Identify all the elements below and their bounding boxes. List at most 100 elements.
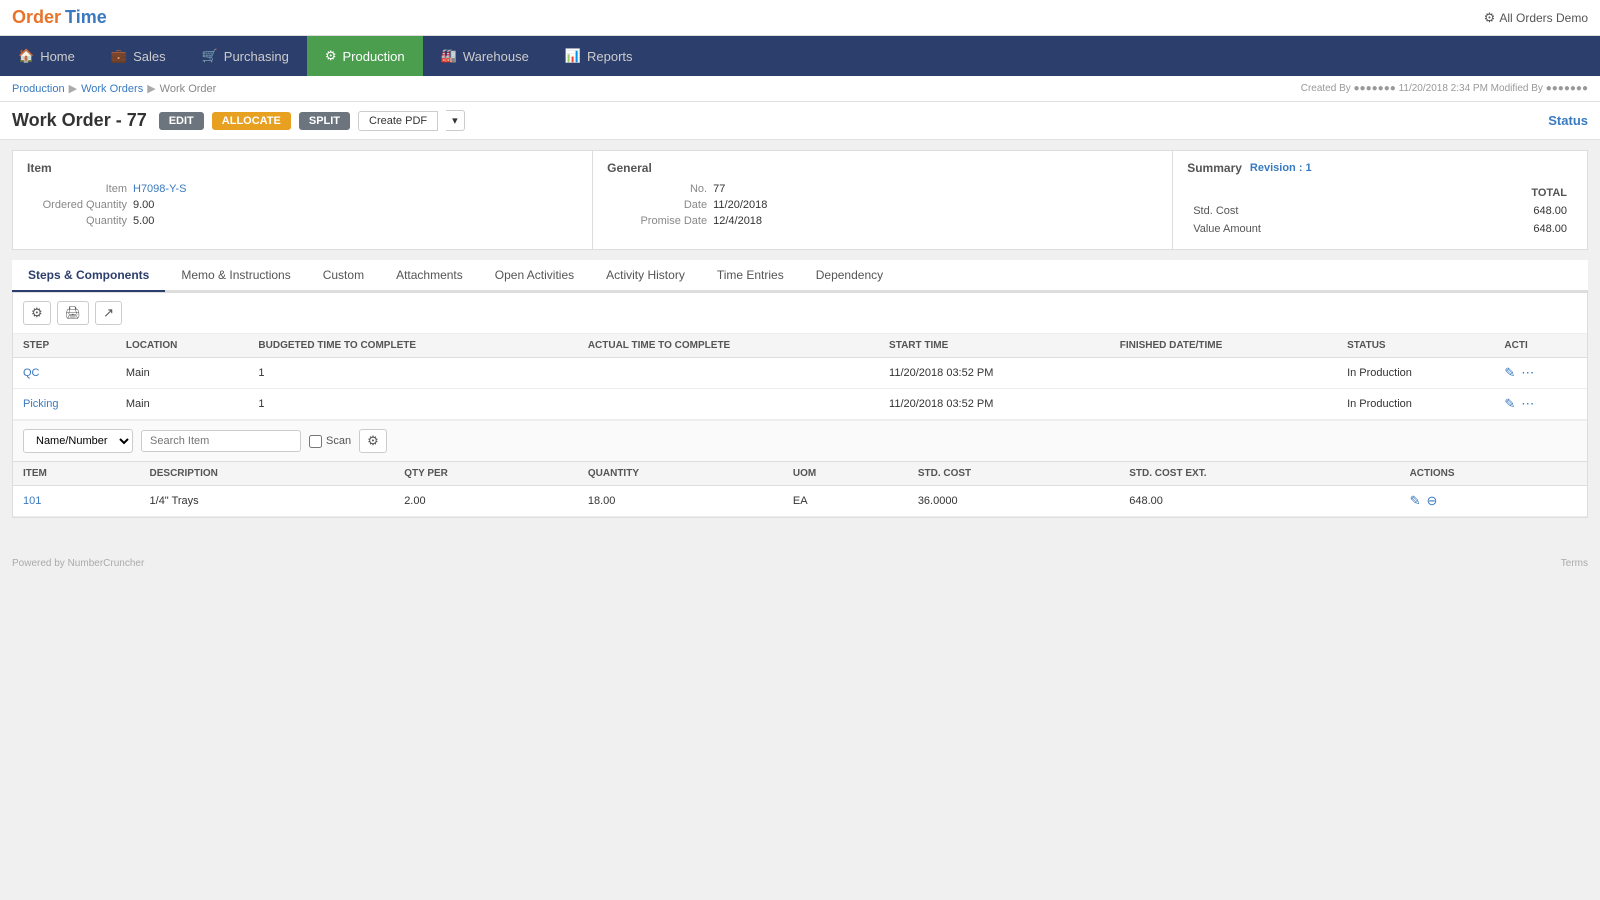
tab-custom[interactable]: Custom [307, 260, 380, 292]
steps-export-button[interactable]: ↗ [95, 301, 122, 325]
steps-table-row: QC Main 1 11/20/2018 03:52 PM In Product… [13, 358, 1587, 389]
top-right: ⚙ All Orders Demo [1484, 10, 1588, 26]
value-amount-row: Value Amount 648.00 [1189, 221, 1571, 237]
breadcrumb-work-orders[interactable]: Work Orders [81, 83, 143, 95]
finished-datetime-cell [1110, 389, 1337, 420]
scan-checkbox[interactable] [309, 435, 322, 448]
delete-comp-icon[interactable]: ⊖ [1426, 493, 1437, 509]
components-table: ITEM DESCRIPTION QTY PER QUANTITY UOM ST… [13, 461, 1587, 517]
tab-memo-instructions[interactable]: Memo & Instructions [165, 260, 306, 292]
comp-col-std-cost: STD. COST [908, 462, 1119, 486]
general-card-title: General [607, 161, 1158, 175]
scan-text: Scan [326, 435, 351, 447]
tab-steps-components[interactable]: Steps & Components [12, 260, 165, 292]
component-settings-button[interactable]: ⚙ [359, 429, 387, 453]
start-time-cell: 11/20/2018 03:52 PM [879, 389, 1110, 420]
quantity-field: Quantity 5.00 [27, 215, 578, 227]
ordered-qty-value: 9.00 [133, 199, 154, 211]
steps-settings-button[interactable]: ⚙ [23, 301, 51, 325]
step-cell: QC [13, 358, 116, 389]
item-card-title: Item [27, 161, 578, 175]
promise-date-label: Promise Date [607, 215, 707, 227]
scan-label: Scan [309, 435, 351, 448]
nav-home-label: Home [40, 49, 75, 64]
nav-purchasing[interactable]: 🛒 Purchasing [184, 36, 307, 76]
nav-warehouse[interactable]: 🏭 Warehouse [423, 36, 547, 76]
nav-reports-label: Reports [587, 49, 633, 64]
step-link[interactable]: Picking [23, 398, 58, 410]
steps-print-button[interactable]: 🖨 [57, 301, 90, 325]
page-title: Work Order - 77 [12, 110, 147, 131]
comp-col-item: ITEM [13, 462, 140, 486]
col-actual-time: ACTUAL TIME TO COMPLETE [578, 334, 879, 358]
comp-col-description: DESCRIPTION [140, 462, 395, 486]
nav-production[interactable]: ⚙ Production [307, 36, 423, 76]
actions-cell: ✎ ⋯ [1494, 358, 1587, 389]
budgeted-time-cell: 1 [248, 358, 577, 389]
gear-icon[interactable]: ⚙ [1484, 10, 1496, 26]
comp-table-row: 101 1/4" Trays 2.00 18.00 EA 36.0000 648… [13, 486, 1587, 517]
quantity-label: Quantity [27, 215, 127, 227]
edit-step-icon[interactable]: ✎ [1504, 365, 1515, 381]
nav-production-label: Production [342, 49, 404, 64]
filter-select[interactable]: Name/Number [23, 429, 133, 453]
tab-time-entries[interactable]: Time Entries [701, 260, 800, 292]
location-cell: Main [116, 358, 249, 389]
tab-activity-history[interactable]: Activity History [590, 260, 701, 292]
comp-qty-per-cell: 2.00 [394, 486, 578, 517]
tab-attachments[interactable]: Attachments [380, 260, 479, 292]
tab-dependency[interactable]: Dependency [800, 260, 899, 292]
status-cell: In Production [1337, 358, 1494, 389]
revision-badge: Revision : 1 [1250, 162, 1312, 174]
footer-right: Terms [1561, 558, 1588, 569]
breadcrumb-bar: Production ▶ Work Orders ▶ Work Order Cr… [0, 76, 1600, 102]
more-step-icon[interactable]: ⋯ [1521, 365, 1534, 381]
comp-std-cost-cell: 36.0000 [908, 486, 1119, 517]
logo: OrderTime [12, 7, 107, 28]
promise-date-field: Promise Date 12/4/2018 [607, 215, 1158, 227]
comp-col-qty-per: QTY PER [394, 462, 578, 486]
footer: Powered by NumberCruncher Terms [0, 548, 1600, 579]
sales-icon: 💼 [111, 48, 127, 64]
info-row: Item Item H7098-Y-S Ordered Quantity 9.0… [12, 150, 1588, 250]
edit-step-icon[interactable]: ✎ [1504, 396, 1515, 412]
breadcrumb-production[interactable]: Production [12, 83, 65, 95]
steps-section: ⚙ 🖨 ↗ STEP LOCATION BUDGETED TIME TO COM… [12, 292, 1588, 518]
nav-purchasing-label: Purchasing [224, 49, 289, 64]
location-cell: Main [116, 389, 249, 420]
edit-button[interactable]: EDIT [159, 112, 204, 130]
logo-order: Order [12, 7, 61, 28]
comp-desc-cell: 1/4" Trays [140, 486, 395, 517]
nav-home[interactable]: 🏠 Home [0, 36, 93, 76]
component-filter: Name/Number Scan ⚙ [13, 420, 1587, 461]
search-item-input[interactable] [141, 430, 301, 452]
summary-card: Summary Revision : 1 TOTAL Std. Cost 648… [1173, 151, 1587, 249]
general-card: General No. 77 Date 11/20/2018 Promise D… [593, 151, 1173, 249]
date-field: Date 11/20/2018 [607, 199, 1158, 211]
nav-reports[interactable]: 📊 Reports [547, 36, 651, 76]
no-value: 77 [713, 183, 725, 195]
summary-col-total: TOTAL [1432, 185, 1571, 201]
pdf-dropdown-button[interactable]: ▾ [446, 110, 465, 131]
item-label: Item [27, 183, 127, 195]
tab-open-activities[interactable]: Open Activities [479, 260, 590, 292]
col-budgeted-time: BUDGETED TIME TO COMPLETE [248, 334, 577, 358]
budgeted-time-cell: 1 [248, 389, 577, 420]
allocate-button[interactable]: ALLOCATE [212, 112, 291, 130]
ordered-qty-label: Ordered Quantity [27, 199, 127, 211]
create-pdf-button[interactable]: Create PDF [358, 111, 438, 131]
split-button[interactable]: SPLIT [299, 112, 350, 130]
tabs-bar: Steps & Components Memo & Instructions C… [12, 260, 1588, 292]
item-link[interactable]: H7098-Y-S [133, 183, 186, 195]
actual-time-cell [578, 389, 879, 420]
value-amount-value: 648.00 [1432, 221, 1571, 237]
edit-comp-icon[interactable]: ✎ [1410, 493, 1421, 509]
item-value: H7098-Y-S [133, 183, 186, 195]
top-bar: OrderTime ⚙ All Orders Demo [0, 0, 1600, 36]
nav-sales[interactable]: 💼 Sales [93, 36, 184, 76]
comp-item-link[interactable]: 101 [23, 495, 41, 507]
warehouse-icon: 🏭 [441, 48, 457, 64]
comp-col-uom: UOM [783, 462, 908, 486]
step-link[interactable]: QC [23, 367, 40, 379]
more-step-icon[interactable]: ⋯ [1521, 396, 1534, 412]
